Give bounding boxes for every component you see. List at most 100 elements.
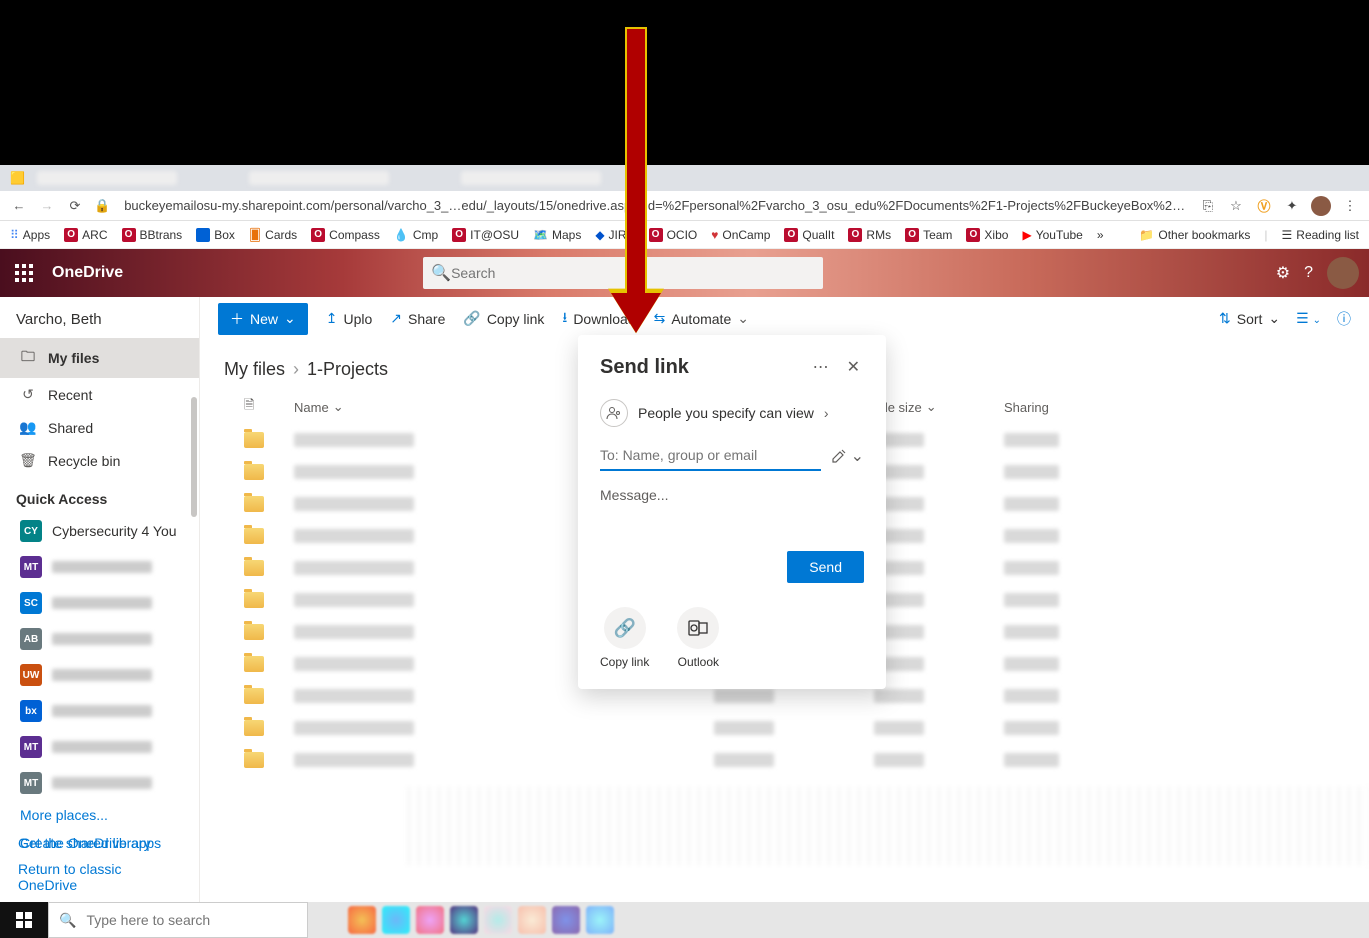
blurred-cell [1004, 689, 1059, 703]
taskbar-app-icon[interactable] [416, 906, 444, 934]
install-icon[interactable]: ⎘ [1199, 197, 1217, 215]
search-input[interactable] [451, 265, 815, 281]
copy-link-button[interactable]: 🔗 Copy link [463, 310, 544, 327]
bookmark-other[interactable]: 📁Other bookmarks [1139, 228, 1250, 242]
me-avatar[interactable] [1327, 257, 1359, 289]
browser-tab-blurred[interactable] [37, 171, 177, 185]
sidebar-item-recycle[interactable]: 🗑 Recycle bin [0, 444, 199, 477]
reload-button[interactable]: ⟳ [66, 198, 84, 214]
browser-address-bar: ← → ⟳ 🔒 buckeyemailosu-my.sharepoint.com… [0, 191, 1369, 221]
bookmark-item[interactable]: ORMs [848, 228, 891, 242]
new-button[interactable]: ＋ New ⌄ [218, 303, 308, 335]
bookmark-item[interactable]: 🂠Cards [249, 228, 297, 242]
bookmark-overflow[interactable]: » [1097, 228, 1104, 242]
table-row[interactable] [224, 744, 1345, 776]
outlook-tile[interactable]: Outlook [677, 607, 719, 669]
link-settings-button[interactable]: People you specify can view › [600, 399, 864, 427]
table-row[interactable] [224, 712, 1345, 744]
more-places-link[interactable]: More places... [0, 801, 199, 829]
settings-gear-icon[interactable]: ⚙ [1276, 263, 1290, 283]
taskbar-app-icon[interactable] [450, 906, 478, 934]
download-button[interactable]: ⭳ Download [562, 307, 635, 331]
taskbar-search[interactable]: 🔍 [48, 902, 308, 938]
browser-tab-blurred[interactable] [249, 171, 389, 185]
browser-tab-blurred[interactable] [461, 171, 601, 185]
blurred-cell [714, 721, 774, 735]
quick-access-item[interactable]: CYCybersecurity 4 You [0, 513, 199, 549]
bookmark-apps[interactable]: ⠿Apps [10, 228, 50, 242]
sidebar-scrollbar[interactable] [191, 397, 197, 517]
taskbar-app-icon[interactable] [518, 906, 546, 934]
file-type-icon-header[interactable]: 🗎 [244, 396, 284, 418]
column-name[interactable]: Name ⌄ [294, 399, 554, 415]
extensions-icon[interactable]: ✦ [1283, 197, 1301, 215]
bookmark-item[interactable]: OBBtrans [122, 228, 183, 242]
taskbar-app-icon[interactable] [552, 906, 580, 934]
blurred-cell [294, 689, 414, 703]
sidebar-item-recent[interactable]: ↺ Recent [0, 378, 199, 411]
quick-access-item[interactable]: MT [0, 549, 199, 585]
info-pane-icon[interactable]: ⓘ [1337, 309, 1351, 329]
bookmark-item[interactable]: Box [196, 228, 235, 242]
column-sharing[interactable]: Sharing [1004, 400, 1124, 415]
app-launcher-waffle-icon[interactable] [0, 249, 48, 297]
column-file-size[interactable]: File size ⌄ [874, 399, 994, 415]
back-button[interactable]: ← [10, 198, 28, 213]
profile-avatar[interactable] [1311, 196, 1331, 216]
quick-access-item[interactable]: MT [0, 765, 199, 801]
blurred-cell [294, 529, 414, 543]
get-onedrive-apps-link[interactable]: Get the OneDrive apps [0, 830, 199, 856]
sort-button[interactable]: ⇅ Sort ⌄ [1219, 310, 1280, 327]
folder-icon [244, 560, 264, 576]
quick-access-item[interactable]: bx [0, 693, 199, 729]
reading-list[interactable]: ☰Reading list [1282, 228, 1359, 242]
send-button[interactable]: Send [787, 551, 864, 583]
sidebar-item-my-files[interactable]: 🗀 My files [0, 338, 199, 378]
close-icon[interactable]: ✕ [835, 353, 864, 381]
quick-access-item[interactable]: MT [0, 729, 199, 765]
quick-access-item[interactable]: AB [0, 621, 199, 657]
bookmark-item[interactable]: 💧Cmp [394, 228, 438, 242]
forward-button[interactable]: → [38, 198, 56, 213]
bookmark-item[interactable]: OTeam [905, 228, 952, 242]
onedrive-brand[interactable]: OneDrive [48, 264, 123, 282]
quick-access-item[interactable]: UW [0, 657, 199, 693]
taskbar-app-icon[interactable] [382, 906, 410, 934]
taskbar-app-icon[interactable] [586, 906, 614, 934]
bookmark-item[interactable]: ◆JIRA [595, 228, 634, 242]
recipient-input[interactable] [600, 441, 821, 471]
bookmark-item[interactable]: OXibo [966, 228, 1008, 242]
automate-button[interactable]: ⇆ Automate ⌄ [654, 310, 749, 327]
taskbar-app-icon[interactable] [484, 906, 512, 934]
bookmark-item[interactable]: 🗺️Maps [533, 228, 581, 242]
bookmark-item[interactable]: OCompass [311, 228, 380, 242]
upload-icon: ↥ [326, 310, 338, 327]
bookmark-item[interactable]: OIT@OSU [452, 228, 519, 242]
permission-pencil-icon[interactable]: ⌄ [831, 446, 864, 466]
sidebar-item-shared[interactable]: 👥 Shared [0, 411, 199, 444]
v-badge-icon[interactable]: Ⓥ [1255, 197, 1273, 215]
taskbar-app-icon[interactable] [348, 906, 376, 934]
taskbar-search-input[interactable] [86, 912, 297, 928]
quick-access-item[interactable]: SC [0, 585, 199, 621]
start-button[interactable] [0, 902, 48, 938]
bookmark-item[interactable]: OARC [64, 228, 107, 242]
more-options-icon[interactable]: ⋯ [809, 353, 835, 381]
breadcrumb-root[interactable]: My files [224, 359, 285, 380]
bookmark-item[interactable]: ▶YouTube [1022, 228, 1082, 242]
help-icon[interactable]: ? [1304, 264, 1313, 282]
breadcrumb-folder[interactable]: 1-Projects [307, 359, 388, 380]
url-text[interactable]: buckeyemailosu-my.sharepoint.com/persona… [124, 198, 1189, 213]
copy-link-tile[interactable]: 🔗 Copy link [600, 607, 649, 669]
bookmark-item[interactable]: OQualIt [784, 228, 834, 242]
classic-onedrive-link[interactable]: Return to classic OneDrive [0, 856, 199, 898]
kebab-menu-icon[interactable]: ⋮ [1341, 197, 1359, 215]
bookmark-item[interactable]: OOCIO [649, 228, 698, 242]
star-icon[interactable]: ☆ [1227, 197, 1245, 215]
bookmark-item[interactable]: ♥OnCamp [711, 228, 770, 242]
message-input[interactable]: Message... [600, 487, 864, 503]
upload-button[interactable]: ↥ Uplo [326, 310, 373, 327]
view-options-icon[interactable]: ☰ ⌄ [1296, 310, 1321, 327]
share-button[interactable]: ↗ Share [390, 310, 445, 327]
search-box[interactable]: 🔍 [423, 257, 823, 289]
